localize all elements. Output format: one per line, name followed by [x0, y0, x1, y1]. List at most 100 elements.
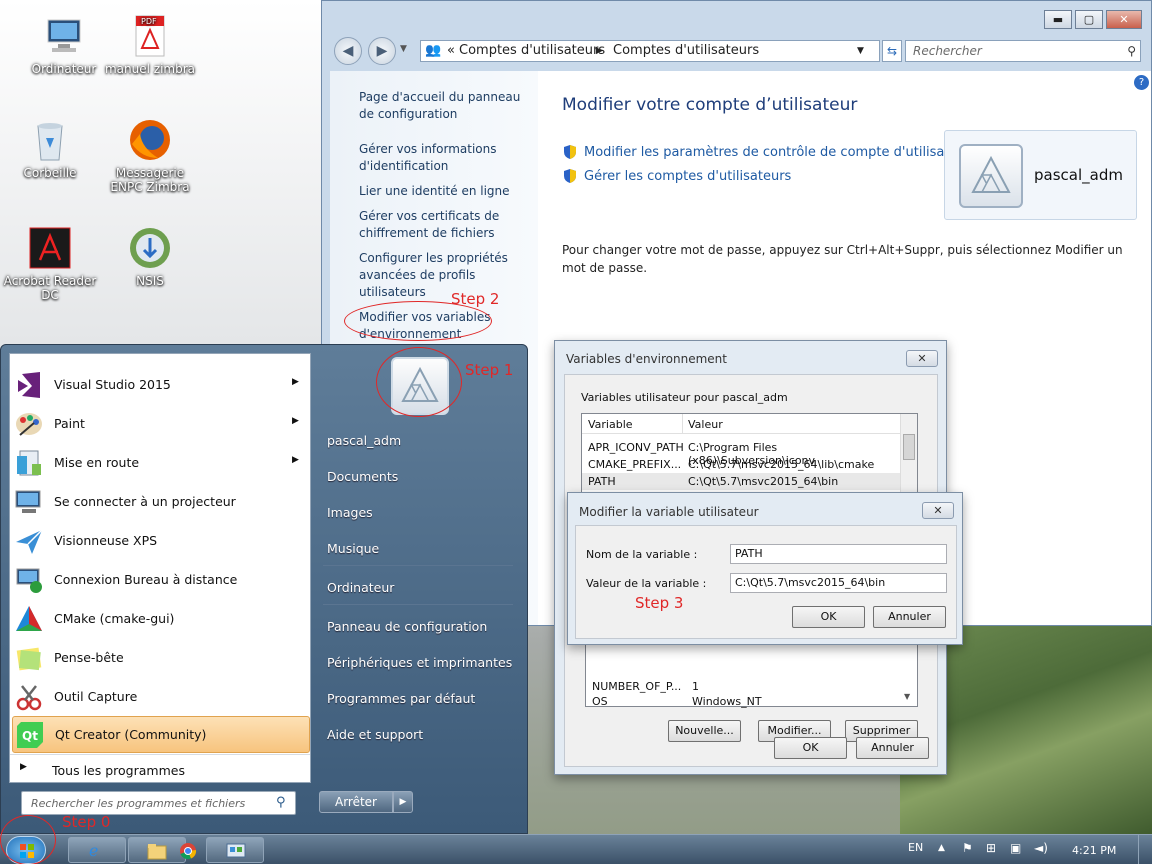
- back-arrow-icon: ◀: [342, 43, 354, 59]
- ok-button[interactable]: OK: [792, 606, 865, 628]
- program-getting-started[interactable]: Mise en route ▶: [10, 443, 310, 482]
- window-titlebar: ▬ ▢ ✕: [322, 1, 1151, 35]
- table-row[interactable]: OS Windows_NT: [586, 695, 902, 708]
- link-online-identity[interactable]: Lier une identité en ligne: [359, 183, 529, 200]
- address-box[interactable]: 👥 « Comptes d'utilisateurs ▶ Comptes d'u…: [420, 40, 880, 62]
- cancel-button[interactable]: Annuler: [856, 737, 929, 759]
- program-label: Visual Studio 2015: [54, 377, 171, 392]
- menu-item-user[interactable]: pascal_adm: [327, 433, 401, 448]
- cell-value: C:\Qt\5.7\msvc2015_64\lib\cmake: [688, 458, 875, 471]
- scroll-down-icon[interactable]: ▼: [904, 692, 910, 701]
- program-xps-viewer[interactable]: Visionneuse XPS: [10, 521, 310, 560]
- table-row[interactable]: CMAKE_PREFIX... C:\Qt\5.7\msvc2015_64\lib…: [582, 456, 900, 473]
- control-panel-icon: [226, 843, 246, 858]
- breadcrumb-current[interactable]: Comptes d'utilisateurs: [613, 41, 759, 61]
- link-manage-accounts[interactable]: Gérer les comptes d'utilisateurs: [584, 169, 791, 184]
- tray-expand-icon[interactable]: ▲: [938, 843, 945, 853]
- variable-name-field[interactable]: PATH: [730, 544, 947, 564]
- desktop-icon-label: NSIS: [136, 274, 164, 288]
- maximize-button[interactable]: ▢: [1075, 10, 1103, 29]
- close-button[interactable]: ✕: [922, 502, 954, 519]
- program-sticky-notes[interactable]: Pense-bête: [10, 638, 310, 677]
- forward-button[interactable]: ▶: [368, 37, 396, 65]
- ok-button[interactable]: OK: [774, 737, 847, 759]
- system-vars-list[interactable]: NUMBER_OF_P... 1 OS Windows_NT ▼: [585, 637, 918, 708]
- shutdown-button[interactable]: Arrêter: [319, 791, 393, 813]
- menu-item-help[interactable]: Aide et support: [327, 727, 423, 742]
- clock[interactable]: 4:21 PM: [1072, 844, 1116, 857]
- desktop-icon-label: Ordinateur: [31, 62, 97, 76]
- table-row[interactable]: APR_ICONV_PATH C:\Program Files (x86)\Sub…: [582, 439, 900, 467]
- arrow-right-icon: ▶: [399, 797, 407, 807]
- cancel-button[interactable]: Annuler: [873, 606, 946, 628]
- program-remote-desktop[interactable]: Connexion Bureau à distance: [10, 560, 310, 599]
- program-visual-studio[interactable]: Visual Studio 2015 ▶: [10, 365, 310, 404]
- start-menu: Visual Studio 2015 ▶ Paint ▶ Mise en rou…: [0, 344, 528, 834]
- separator: [323, 565, 513, 566]
- scrollbar[interactable]: [900, 414, 917, 494]
- computer-icon: [42, 14, 86, 58]
- link-uac-settings[interactable]: Modifier les paramètres de contrôle de c…: [584, 145, 971, 160]
- usb-icon[interactable]: ⊞: [986, 841, 996, 855]
- menu-item-images[interactable]: Images: [327, 505, 373, 520]
- search-input[interactable]: Rechercher ⚲: [905, 40, 1141, 62]
- user-tile[interactable]: pascal_adm: [944, 130, 1137, 220]
- link-advanced-profiles[interactable]: Configurer les propriétés avancées de pr…: [359, 250, 529, 301]
- cell-variable: CMAKE_PREFIX...: [588, 458, 682, 471]
- variable-value-field[interactable]: C:\Qt\5.7\msvc2015_64\bin: [730, 573, 947, 593]
- uac-shield-icon: [562, 144, 578, 160]
- desktop-icon-nsis[interactable]: NSIS: [102, 220, 198, 320]
- user-vars-list[interactable]: Variable Valeur APR_ICONV_PATH C:\Program…: [581, 413, 918, 495]
- history-dropdown-icon[interactable]: ▼: [400, 44, 407, 54]
- menu-item-devices-printers[interactable]: Périphériques et imprimantes: [327, 655, 512, 670]
- all-programs-button[interactable]: ▶ Tous les programmes: [10, 756, 310, 782]
- shutdown-options-button[interactable]: ▶: [393, 791, 413, 813]
- refresh-button[interactable]: ⇆: [882, 40, 902, 62]
- menu-item-control-panel[interactable]: Panneau de configuration: [327, 619, 487, 634]
- show-desktop-button[interactable]: [1138, 835, 1152, 864]
- paint-icon: [14, 409, 44, 439]
- desktop-icon-ordinateur[interactable]: Ordinateur: [16, 8, 112, 108]
- menu-item-computer[interactable]: Ordinateur: [327, 580, 394, 595]
- menu-item-default-programs[interactable]: Programmes par défaut: [327, 691, 475, 706]
- desktop-icon-corbeille[interactable]: Corbeille: [2, 112, 98, 212]
- program-cmake[interactable]: CMake (cmake-gui): [10, 599, 310, 638]
- program-projector[interactable]: Se connecter à un projecteur: [10, 482, 310, 521]
- minimize-button[interactable]: ▬: [1044, 10, 1072, 29]
- taskbar-control-panel[interactable]: [206, 837, 264, 863]
- scrollbar-thumb[interactable]: [903, 434, 915, 460]
- volume-icon[interactable]: ◄): [1034, 841, 1048, 855]
- separator: [323, 604, 513, 605]
- arrow-right-icon: ▶: [20, 762, 27, 772]
- breadcrumb-item[interactable]: Comptes d'utilisateurs: [459, 41, 605, 61]
- desktop-icon-acrobat[interactable]: Acrobat Reader DC: [2, 220, 98, 320]
- link-control-panel-home[interactable]: Page d'accueil du panneau de configurati…: [359, 89, 529, 123]
- taskbar-ie[interactable]: ℯ: [68, 837, 126, 863]
- start-search-input[interactable]: Rechercher les programmes et fichiers ⚲: [21, 791, 296, 815]
- column-header-value[interactable]: Valeur: [688, 418, 723, 431]
- program-label: Outil Capture: [54, 689, 138, 704]
- desktop-icon-manuel-zimbra[interactable]: PDF manuel zimbra: [102, 8, 198, 108]
- program-qt-creator[interactable]: Qt Qt Creator (Community): [12, 716, 310, 753]
- new-variable-button[interactable]: Nouvelle...: [668, 720, 741, 742]
- close-button[interactable]: ✕: [1106, 10, 1142, 29]
- link-manage-credentials[interactable]: Gérer vos informations d'identification: [359, 141, 529, 175]
- address-dropdown-icon[interactable]: ▼: [857, 41, 864, 61]
- program-snipping-tool[interactable]: Outil Capture: [10, 677, 310, 716]
- program-paint[interactable]: Paint ▶: [10, 404, 310, 443]
- table-row-selected[interactable]: PATH C:\Qt\5.7\msvc2015_64\bin: [582, 473, 900, 490]
- step2-label: Step 2: [451, 290, 500, 308]
- language-indicator[interactable]: EN: [908, 841, 923, 854]
- menu-item-documents[interactable]: Documents: [327, 469, 398, 484]
- link-encryption-certificates[interactable]: Gérer vos certificats de chiffrement de …: [359, 208, 529, 242]
- menu-item-music[interactable]: Musique: [327, 541, 379, 556]
- table-row[interactable]: NUMBER_OF_P... 1: [586, 678, 902, 695]
- network-icon[interactable]: ▣: [1010, 841, 1021, 855]
- breadcrumb-overflow[interactable]: «: [447, 41, 455, 61]
- back-button[interactable]: ◀: [334, 37, 362, 65]
- help-icon[interactable]: ?: [1134, 75, 1149, 90]
- action-center-icon[interactable]: ⚑: [962, 841, 973, 855]
- column-header-variable[interactable]: Variable: [588, 418, 633, 431]
- desktop-icon-messagerie[interactable]: Messagerie ENPC Zimbra: [102, 112, 198, 212]
- close-button[interactable]: ✕: [906, 350, 938, 367]
